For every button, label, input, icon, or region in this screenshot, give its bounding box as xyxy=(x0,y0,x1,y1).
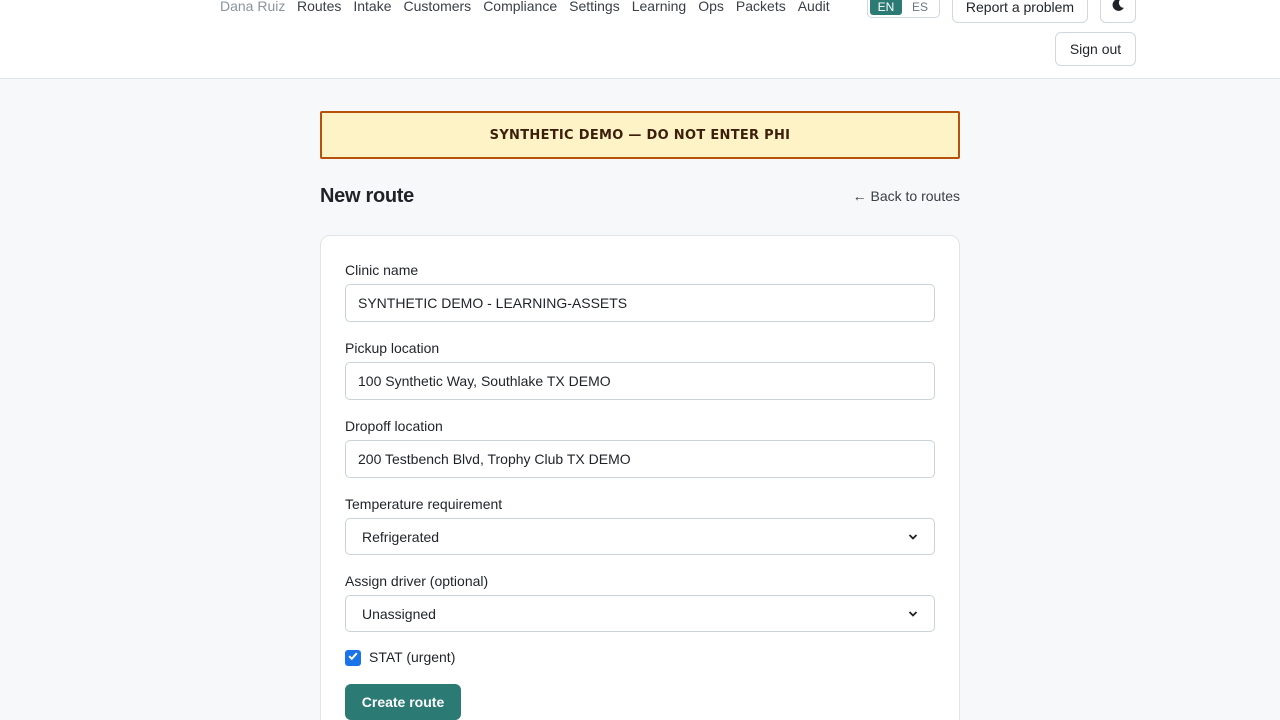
nav-compliance[interactable]: Compliance xyxy=(483,0,557,14)
nav-learning[interactable]: Learning xyxy=(632,0,687,14)
temperature-selected-value: Refrigerated xyxy=(362,528,440,545)
assign-driver-label: Assign driver (optional) xyxy=(345,573,489,589)
moon-icon xyxy=(1111,0,1125,15)
dropoff-location-label: Dropoff location xyxy=(345,418,443,434)
theme-toggle-button[interactable] xyxy=(1100,0,1136,23)
nav-ops[interactable]: Ops xyxy=(698,0,724,14)
top-navigation-bar: Dana Ruiz Routes Intake Customers Compli… xyxy=(0,0,1280,79)
driver-selected-value: Unassigned xyxy=(362,605,436,622)
main-nav: Routes Intake Customers Compliance Setti… xyxy=(297,0,830,14)
stat-checkbox[interactable] xyxy=(345,650,361,666)
back-to-routes-link[interactable]: ← Back to routes xyxy=(853,188,960,204)
nav-settings[interactable]: Settings xyxy=(569,0,620,14)
pickup-location-label: Pickup location xyxy=(345,340,440,356)
language-toggle: EN ES xyxy=(867,0,940,18)
nav-intake[interactable]: Intake xyxy=(353,0,391,14)
checkmark-icon xyxy=(347,649,359,667)
stat-label: STAT (urgent) xyxy=(369,649,456,665)
chevron-down-icon xyxy=(908,606,918,622)
nav-audit[interactable]: Audit xyxy=(798,0,830,14)
temperature-label: Temperature requirement xyxy=(345,496,503,512)
sign-out-button[interactable]: Sign out xyxy=(1055,32,1136,66)
nav-packets[interactable]: Packets xyxy=(736,0,786,14)
nav-customers[interactable]: Customers xyxy=(404,0,472,14)
page-title: New route xyxy=(320,185,414,207)
clinic-name-label: Clinic name xyxy=(345,262,419,278)
clinic-name-input[interactable] xyxy=(345,284,935,322)
lang-en-button[interactable]: EN xyxy=(870,0,902,15)
pickup-location-input[interactable] xyxy=(345,362,935,400)
demo-warning-banner: SYNTHETIC DEMO — DO NOT ENTER PHI xyxy=(320,111,960,159)
lang-es-button[interactable]: ES xyxy=(904,0,936,15)
nav-routes[interactable]: Routes xyxy=(297,0,341,14)
create-route-button[interactable]: Create route xyxy=(345,684,461,720)
temperature-select[interactable]: Refrigerated xyxy=(345,518,935,555)
chevron-down-icon xyxy=(908,529,918,545)
report-problem-button[interactable]: Report a problem xyxy=(952,0,1088,23)
dropoff-location-input[interactable] xyxy=(345,440,935,478)
user-name: Dana Ruiz xyxy=(220,0,286,14)
assign-driver-select[interactable]: Unassigned xyxy=(345,595,935,632)
